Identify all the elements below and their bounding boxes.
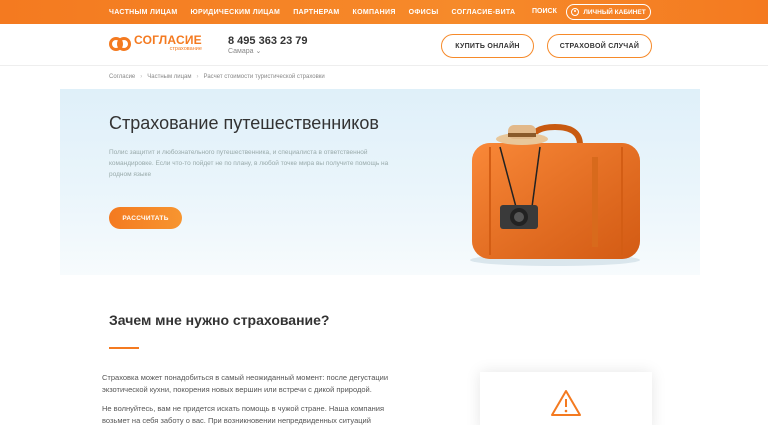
- why-paragraph-2: Не волнуйтесь, вам не придется искать по…: [102, 404, 385, 425]
- page-title: Страхование путешественников: [109, 113, 379, 133]
- breadcrumb-separator-icon: ›: [196, 74, 199, 80]
- nav-offices[interactable]: ОФИСЫ: [409, 9, 439, 16]
- nav-partners[interactable]: ПАРТНЕРАМ: [293, 9, 339, 16]
- personal-cabinet-button[interactable]: ЛИЧНЫЙ КАБИНЕТ: [566, 4, 651, 20]
- phone-number[interactable]: 8 495 363 23 79: [228, 35, 308, 47]
- personal-cabinet-label: ЛИЧНЫЙ КАБИНЕТ: [583, 8, 646, 16]
- site-header: СОГЛАСИЕ страхование 8 495 363 23 79 Сам…: [0, 24, 768, 66]
- breadcrumb-current: Расчет стоимости туристической страховки: [203, 74, 325, 80]
- logo-mark-icon: [109, 36, 131, 51]
- breadcrumb-home[interactable]: Согласие: [109, 74, 135, 80]
- city-selector[interactable]: Самара ⌄: [228, 47, 261, 55]
- suitcase-image: [470, 123, 640, 266]
- top-nav: ЧАСТНЫМ ЛИЦАМ ЮРИДИЧЕСКИМ ЛИЦАМ ПАРТНЕРА…: [109, 0, 528, 24]
- logo[interactable]: СОГЛАСИЕ страхование: [109, 34, 202, 53]
- buy-online-button[interactable]: КУПИТЬ ОНЛАЙН: [441, 34, 534, 58]
- top-bar: ЧАСТНЫМ ЛИЦАМ ЮРИДИЧЕСКИМ ЛИЦАМ ПАРТНЕРА…: [0, 0, 768, 24]
- section-divider: [109, 347, 139, 349]
- nav-vita[interactable]: СОГЛАСИЕ-ВИТА: [452, 9, 516, 16]
- hero-description: Полис защитит и любознательного путешест…: [109, 149, 389, 178]
- info-card: [480, 372, 652, 425]
- logo-subtitle: страхование: [169, 46, 202, 52]
- warning-icon: [551, 390, 581, 416]
- hero-banner: Страхование путешественников Полис защит…: [60, 89, 700, 275]
- user-icon: [571, 8, 580, 16]
- nav-corporate[interactable]: ЮРИДИЧЕСКИМ ЛИЦАМ: [190, 9, 280, 16]
- breadcrumb-private[interactable]: Частным лицам: [147, 74, 191, 80]
- search-link[interactable]: ПОИСК: [532, 8, 557, 15]
- calculate-button[interactable]: РАССЧИТАТЬ: [109, 207, 182, 229]
- nav-private[interactable]: ЧАСТНЫМ ЛИЦАМ: [109, 9, 177, 16]
- breadcrumb-separator-icon: ›: [140, 74, 143, 80]
- breadcrumb: Согласие › Частным лицам › Расчет стоимо…: [109, 74, 325, 80]
- why-heading: Зачем мне нужно страхование?: [109, 312, 330, 328]
- logo-name: СОГЛАСИЕ: [134, 33, 202, 47]
- insurance-case-button[interactable]: СТРАХОВОЙ СЛУЧАЙ: [547, 34, 652, 58]
- nav-company[interactable]: КОМПАНИЯ: [353, 9, 396, 16]
- why-paragraph-1: Страховка может понадобиться в самый нео…: [102, 373, 389, 394]
